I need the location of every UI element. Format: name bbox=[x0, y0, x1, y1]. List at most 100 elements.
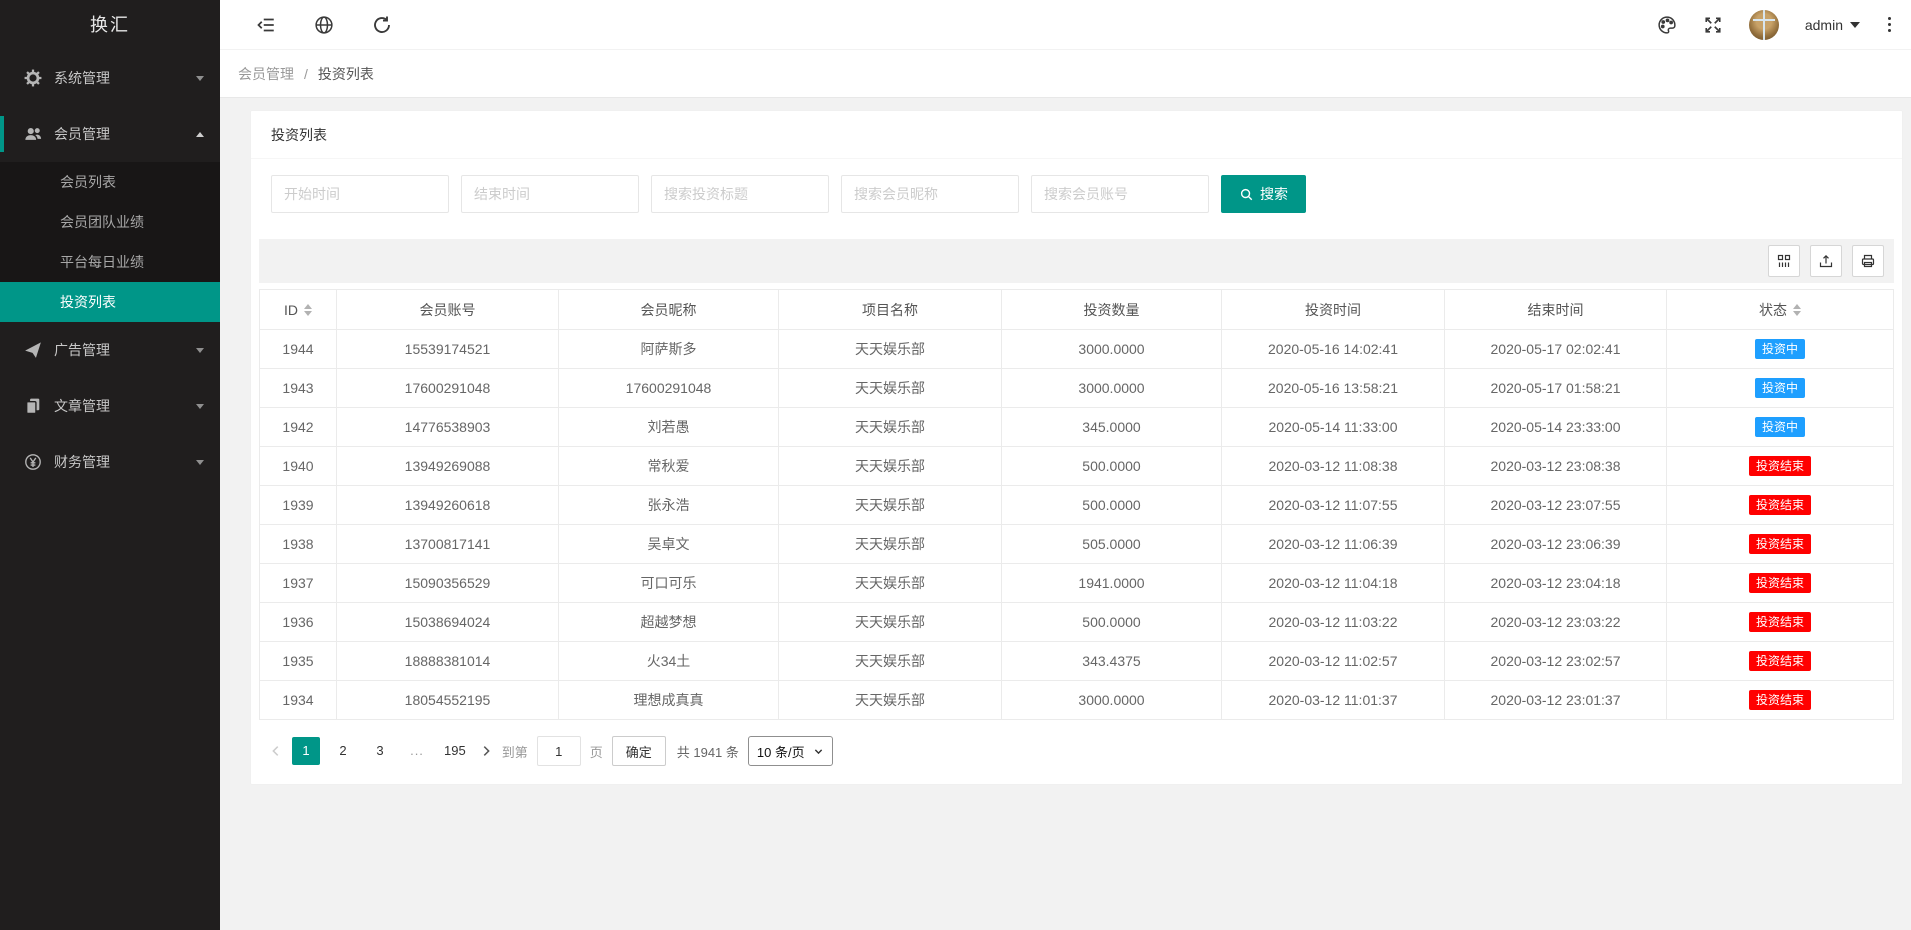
cell-project: 天天娱乐部 bbox=[779, 603, 1002, 642]
column-header-status[interactable]: 状态 bbox=[1667, 290, 1894, 330]
avatar[interactable] bbox=[1749, 10, 1779, 40]
cell-amount: 3000.0000 bbox=[1002, 681, 1222, 720]
columns-filter-button[interactable] bbox=[1768, 245, 1800, 277]
page-ellipsis: ... bbox=[403, 737, 431, 765]
gear-icon bbox=[24, 69, 42, 87]
search-button[interactable]: 搜索 bbox=[1221, 175, 1306, 213]
status-badge: 投资结束 bbox=[1749, 495, 1811, 515]
table-row: 193715090356529可口可乐天天娱乐部1941.00002020-03… bbox=[260, 564, 1894, 603]
sidebar-item-system[interactable]: 系统管理 bbox=[0, 50, 220, 106]
cell-invest-time: 2020-03-12 11:02:57 bbox=[1222, 642, 1445, 681]
refresh-icon[interactable] bbox=[372, 15, 392, 35]
collapse-sidebar-icon[interactable] bbox=[256, 15, 276, 35]
cell-status: 投资结束 bbox=[1667, 603, 1894, 642]
cell-account: 15539174521 bbox=[337, 330, 559, 369]
cell-end-time: 2020-03-12 23:01:37 bbox=[1445, 681, 1667, 720]
cell-nickname: 阿萨斯多 bbox=[559, 330, 779, 369]
invest-title-input[interactable] bbox=[651, 175, 829, 213]
cell-id: 1935 bbox=[260, 642, 337, 681]
cell-id: 1936 bbox=[260, 603, 337, 642]
cell-account: 14776538903 bbox=[337, 408, 559, 447]
cell-nickname: 常秋爱 bbox=[559, 447, 779, 486]
cell-amount: 1941.0000 bbox=[1002, 564, 1222, 603]
column-header-amount: 投资数量 bbox=[1002, 290, 1222, 330]
cell-nickname: 刘若愚 bbox=[559, 408, 779, 447]
sidebar-item-label: 财务管理 bbox=[54, 452, 196, 472]
topbar: admin bbox=[220, 0, 1911, 50]
cell-invest-time: 2020-03-12 11:04:18 bbox=[1222, 564, 1445, 603]
jump-label: 到第 bbox=[502, 742, 528, 761]
page-list: 123... 195 bbox=[292, 737, 470, 765]
page-size-select[interactable]: 10 条/页 bbox=[748, 736, 833, 766]
cell-end-time: 2020-05-17 01:58:21 bbox=[1445, 369, 1667, 408]
end-time-input[interactable] bbox=[461, 175, 639, 213]
member-account-input[interactable] bbox=[1031, 175, 1209, 213]
column-header-label: 状态 bbox=[1759, 300, 1787, 320]
page-button[interactable]: 1 bbox=[292, 737, 320, 765]
cell-end-time: 2020-05-17 02:02:41 bbox=[1445, 330, 1667, 369]
cell-nickname: 张永浩 bbox=[559, 486, 779, 525]
breadcrumb-parent[interactable]: 会员管理 bbox=[238, 64, 294, 84]
print-button[interactable] bbox=[1852, 245, 1884, 277]
pagination: 123...195 到第 页 确定 共 1941 条 10 条/页 bbox=[259, 720, 1894, 770]
cell-account: 15038694024 bbox=[337, 603, 559, 642]
prev-page-button[interactable] bbox=[269, 744, 283, 758]
column-header-id[interactable]: ID bbox=[260, 290, 337, 330]
cell-amount: 505.0000 bbox=[1002, 525, 1222, 564]
sidebar-item-team-performance[interactable]: 会员团队业绩 bbox=[0, 202, 220, 242]
sidebar-item-investment-list[interactable]: 投资列表 bbox=[0, 282, 220, 322]
column-header-invest-time: 投资时间 bbox=[1222, 290, 1445, 330]
table-row: 193518888381014火34土天天娱乐部343.43752020-03-… bbox=[260, 642, 1894, 681]
cell-invest-time: 2020-05-14 11:33:00 bbox=[1222, 408, 1445, 447]
cell-project: 天天娱乐部 bbox=[779, 525, 1002, 564]
status-badge: 投资结束 bbox=[1749, 573, 1811, 593]
member-nickname-input[interactable] bbox=[841, 175, 1019, 213]
cell-project: 天天娱乐部 bbox=[779, 681, 1002, 720]
content: 投资列表 搜索 bbox=[220, 98, 1911, 930]
fullscreen-icon[interactable] bbox=[1703, 15, 1723, 35]
start-time-input[interactable] bbox=[271, 175, 449, 213]
cell-status: 投资中 bbox=[1667, 408, 1894, 447]
column-header-account: 会员账号 bbox=[337, 290, 559, 330]
table-row: 193813700817141吴卓文天天娱乐部505.00002020-03-1… bbox=[260, 525, 1894, 564]
topbar-right: admin bbox=[1657, 10, 1893, 40]
theme-palette-icon[interactable] bbox=[1657, 15, 1677, 35]
status-badge: 投资结束 bbox=[1749, 612, 1811, 632]
sidebar-item-ads[interactable]: 广告管理 bbox=[0, 322, 220, 378]
cell-id: 1943 bbox=[260, 369, 337, 408]
sort-icon[interactable] bbox=[304, 304, 312, 316]
cell-invest-time: 2020-03-12 11:01:37 bbox=[1222, 681, 1445, 720]
sidebar-item-member-list[interactable]: 会员列表 bbox=[0, 162, 220, 202]
language-globe-icon[interactable] bbox=[314, 15, 334, 35]
cell-status: 投资结束 bbox=[1667, 525, 1894, 564]
cell-project: 天天娱乐部 bbox=[779, 330, 1002, 369]
sidebar-item-finance[interactable]: 财务管理 bbox=[0, 434, 220, 490]
more-options-icon[interactable] bbox=[1886, 15, 1893, 34]
cell-status: 投资结束 bbox=[1667, 447, 1894, 486]
confirm-button[interactable]: 确定 bbox=[612, 736, 666, 766]
jump-page-input[interactable] bbox=[537, 736, 581, 766]
sidebar-item-members[interactable]: 会员管理 bbox=[0, 106, 220, 162]
page-button[interactable]: 195 bbox=[440, 737, 470, 765]
table-row: 194214776538903刘若愚天天娱乐部345.00002020-05-1… bbox=[260, 408, 1894, 447]
user-menu[interactable]: admin bbox=[1805, 17, 1860, 33]
table-row: 193418054552195理想成真真天天娱乐部3000.00002020-0… bbox=[260, 681, 1894, 720]
total-count: 共 1941 条 bbox=[677, 742, 739, 761]
next-page-button[interactable] bbox=[479, 744, 493, 758]
sidebar-item-daily-performance[interactable]: 平台每日业绩 bbox=[0, 242, 220, 282]
cell-invest-time: 2020-05-16 14:02:41 bbox=[1222, 330, 1445, 369]
cell-end-time: 2020-03-12 23:06:39 bbox=[1445, 525, 1667, 564]
sidebar-item-articles[interactable]: 文章管理 bbox=[0, 378, 220, 434]
columns-icon bbox=[1776, 253, 1792, 269]
cell-nickname: 火34土 bbox=[559, 642, 779, 681]
page-button[interactable]: 3 bbox=[366, 737, 394, 765]
export-button[interactable] bbox=[1810, 245, 1842, 277]
cell-nickname: 17600291048 bbox=[559, 369, 779, 408]
cell-end-time: 2020-03-12 23:02:57 bbox=[1445, 642, 1667, 681]
column-header-label: ID bbox=[284, 302, 298, 318]
sort-icon[interactable] bbox=[1793, 304, 1801, 316]
cell-project: 天天娱乐部 bbox=[779, 642, 1002, 681]
search-icon bbox=[1239, 187, 1254, 202]
page-button[interactable]: 2 bbox=[329, 737, 357, 765]
breadcrumb-separator: / bbox=[304, 66, 308, 82]
